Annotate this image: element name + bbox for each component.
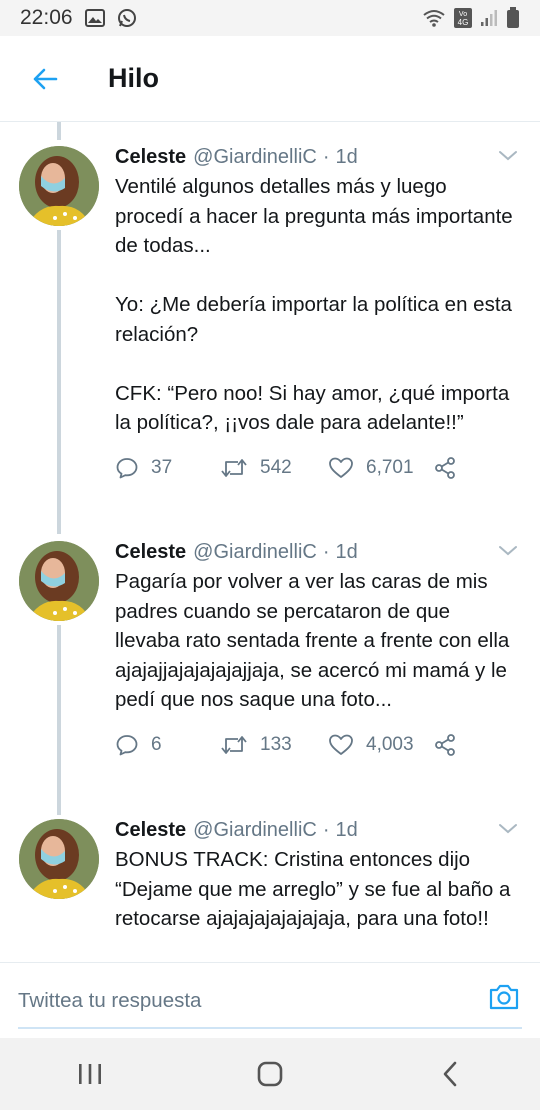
author-handle[interactable]: @GiardinelliC (193, 819, 317, 842)
separator-dot: · (322, 145, 330, 168)
reply-icon (116, 734, 138, 755)
reply-composer: Twittea tu respuesta (0, 962, 540, 1038)
author-name[interactable]: Celeste (115, 146, 186, 169)
status-time: 22:06 (20, 6, 73, 29)
share-button[interactable] (433, 456, 469, 480)
heart-icon (329, 457, 353, 478)
tweet-actions: 6 133 4,003 (115, 729, 520, 761)
tweet-time: 1d (335, 145, 358, 168)
signal-icon (480, 9, 498, 27)
home-button[interactable] (240, 1044, 300, 1104)
share-icon (435, 733, 455, 756)
tweet-time: 1d (335, 540, 358, 563)
like-count: 4,003 (366, 733, 414, 755)
avatar[interactable] (19, 819, 99, 899)
back-nav-button[interactable] (420, 1044, 480, 1104)
like-count: 6,701 (366, 456, 414, 478)
reply-count: 37 (151, 456, 173, 478)
retweet-count: 133 (260, 733, 292, 755)
recents-icon (79, 1064, 101, 1084)
home-icon (257, 1061, 283, 1087)
like-button[interactable]: 6,701 (328, 456, 433, 480)
recents-button[interactable] (60, 1044, 120, 1104)
status-bar: 22:06 Vo 4G (0, 0, 540, 36)
volte-4g-icon: Vo 4G (454, 8, 472, 28)
camera-button[interactable] (488, 983, 520, 1016)
battery-icon (506, 7, 520, 29)
tweet-actions: 37 542 6,701 (115, 452, 520, 484)
arrow-left-icon (33, 68, 58, 89)
image-icon (84, 9, 105, 27)
tweet-header: Celeste @GiardinelliC · 1d (115, 537, 520, 567)
wifi-icon (422, 9, 446, 27)
camera-icon (489, 984, 519, 1010)
tweet-header: Celeste @GiardinelliC · 1d (115, 815, 520, 845)
reply-input[interactable]: Twittea tu respuesta (18, 989, 201, 1013)
app-bar: Hilo (0, 36, 540, 122)
thread-line (57, 625, 61, 815)
like-button[interactable]: 4,003 (328, 733, 433, 757)
retweet-icon (221, 735, 247, 754)
back-chevron-icon (443, 1061, 457, 1087)
tweet-text: Pagaría por volver a ver las caras de mi… (115, 570, 516, 711)
reply-count: 6 (151, 733, 162, 755)
share-icon (435, 456, 455, 479)
retweet-button[interactable]: 133 (220, 733, 328, 757)
separator-dot: · (322, 540, 330, 563)
avatar[interactable] (19, 146, 99, 226)
tweet-text: Ventilé algunos detalles más y luego pro… (115, 175, 513, 434)
retweet-count: 542 (260, 456, 292, 478)
chevron-down-icon[interactable] (496, 144, 520, 168)
tweet-time: 1d (335, 818, 358, 841)
thread-line (57, 122, 61, 140)
retweet-button[interactable]: 542 (220, 456, 328, 480)
reply-button[interactable]: 37 (115, 456, 220, 480)
heart-icon (329, 734, 353, 755)
system-nav-bar (0, 1038, 540, 1110)
separator-dot: · (322, 818, 330, 841)
chevron-down-icon[interactable] (496, 817, 520, 841)
svg-text:Vo: Vo (459, 11, 467, 18)
share-button[interactable] (433, 733, 469, 757)
whatsapp-icon (117, 8, 137, 28)
reply-icon (116, 457, 138, 478)
page-title: Hilo (108, 63, 159, 93)
svg-text:4G: 4G (458, 18, 469, 27)
reply-button[interactable]: 6 (115, 733, 220, 757)
chevron-down-icon[interactable] (496, 539, 520, 563)
tweet-text: BONUS TRACK: Cristina entonces dijo “Dej… (115, 848, 517, 930)
author-handle[interactable]: @GiardinelliC (193, 541, 317, 564)
input-underline (18, 1027, 522, 1029)
thread-line (57, 230, 61, 534)
tweet-header: Celeste @GiardinelliC · 1d (115, 142, 520, 172)
author-name[interactable]: Celeste (115, 819, 186, 842)
retweet-icon (221, 458, 247, 477)
author-handle[interactable]: @GiardinelliC (193, 146, 317, 169)
back-button[interactable] (0, 36, 90, 122)
author-name[interactable]: Celeste (115, 541, 186, 564)
thread[interactable]: Celeste @GiardinelliC · 1d Ventilé algun… (0, 122, 540, 962)
avatar[interactable] (19, 541, 99, 621)
